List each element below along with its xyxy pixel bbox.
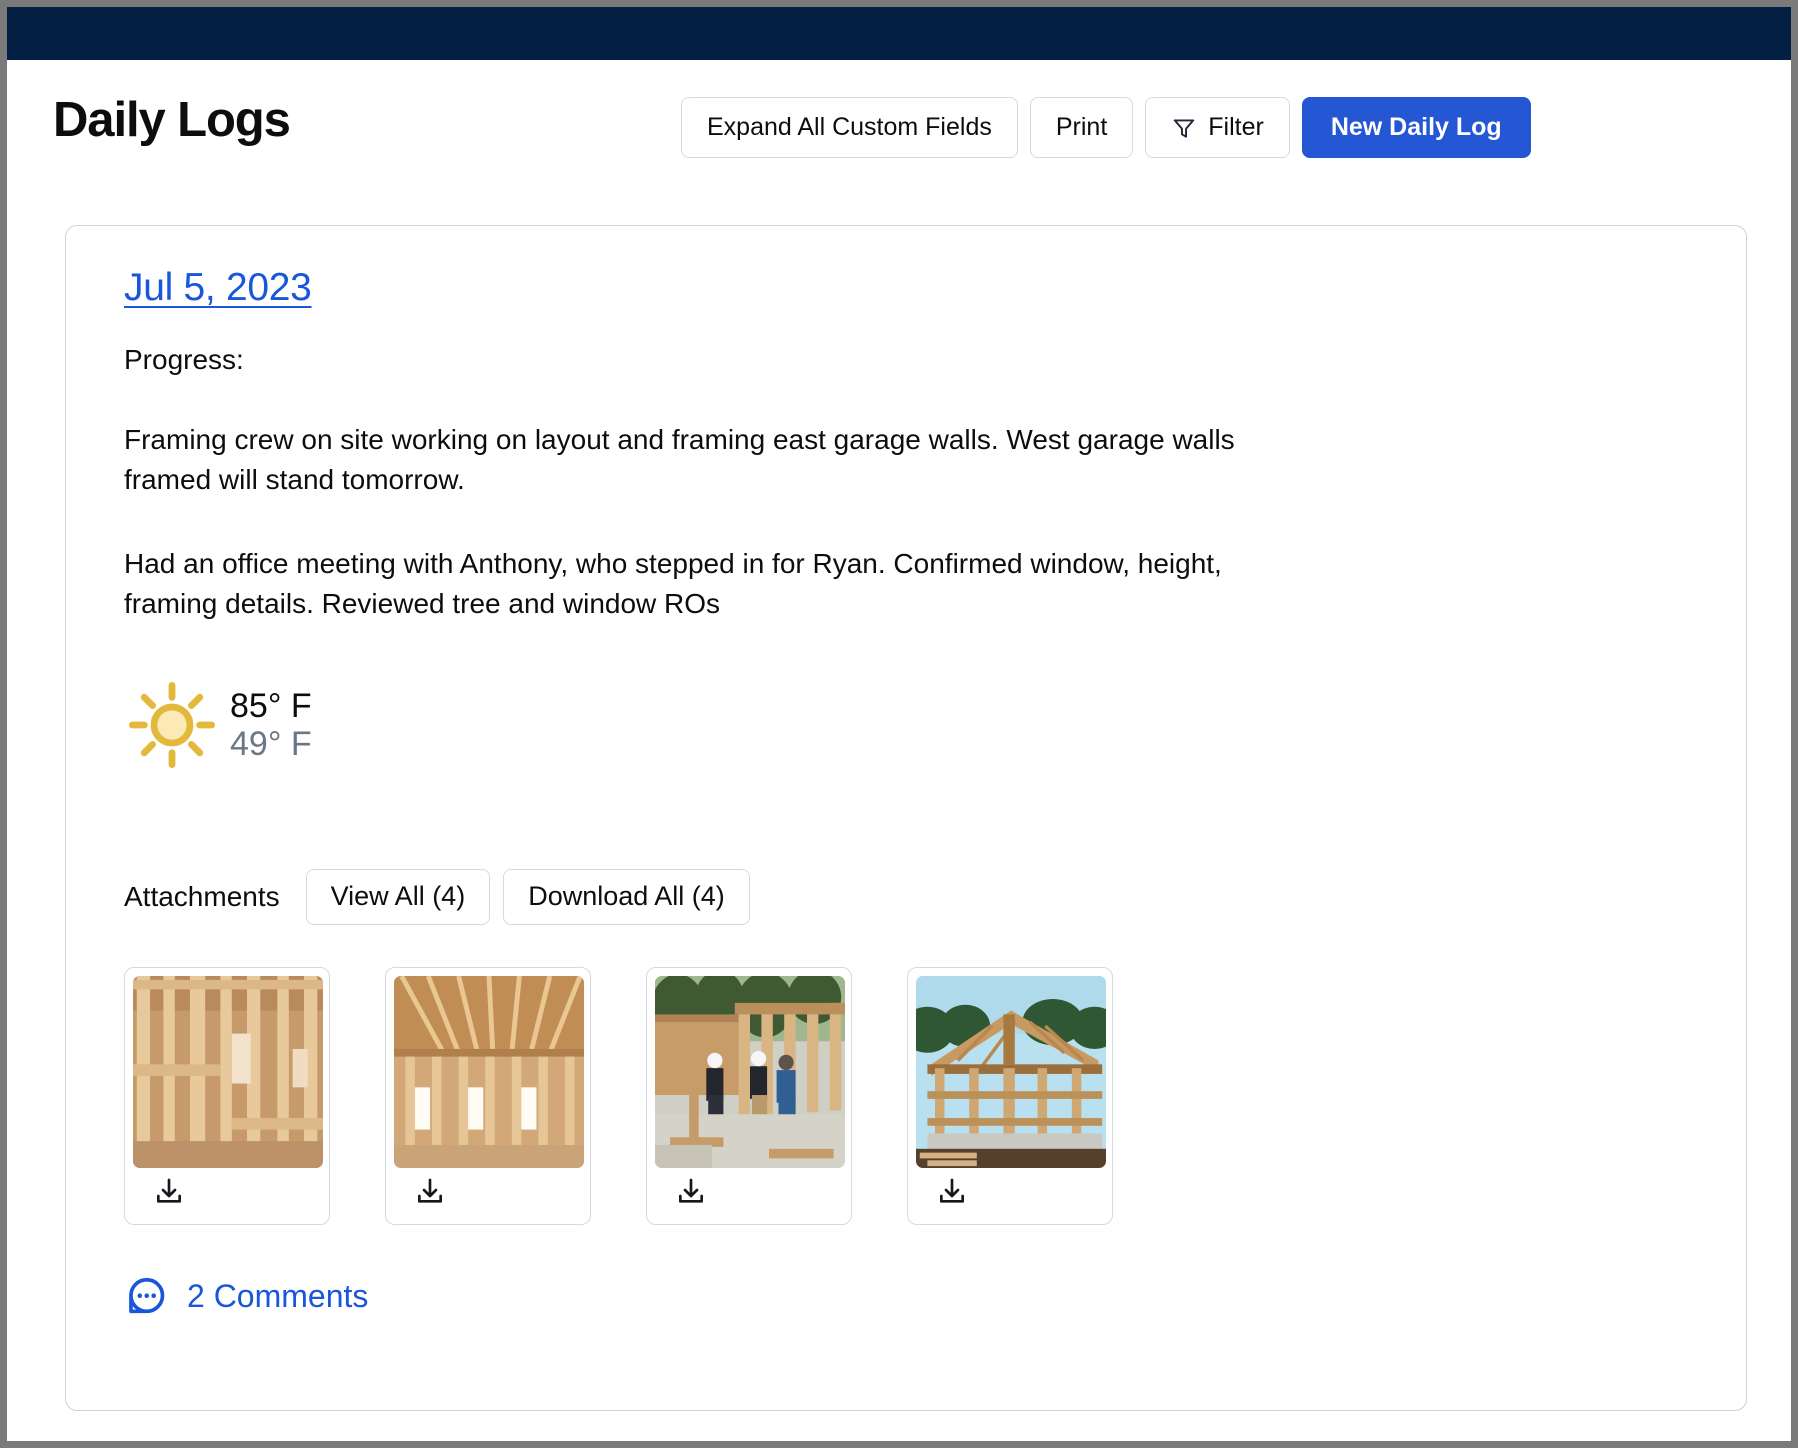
download-attachment-button[interactable] <box>916 1168 1104 1216</box>
temperature-high: 85° F <box>230 687 312 725</box>
attachment-image-interior-framing-studs[interactable] <box>133 976 323 1168</box>
sun-icon <box>124 677 220 773</box>
view-all-attachments-button[interactable]: View All (4) <box>306 869 491 925</box>
expand-all-custom-fields-button[interactable]: Expand All Custom Fields <box>681 97 1018 158</box>
download-attachment-button[interactable] <box>133 1168 321 1216</box>
header-action-group: Expand All Custom Fields Print Filter Ne… <box>681 97 1531 158</box>
download-attachment-button[interactable] <box>394 1168 582 1216</box>
temperature-values: 85° F 49° F <box>230 687 312 763</box>
attachment-image-pole-barn-roof-trusses[interactable] <box>916 976 1106 1168</box>
attachment-image-interior-framing-ceiling-joists[interactable] <box>394 976 584 1168</box>
attachment-thumbnail-list <box>124 967 1688 1225</box>
download-icon <box>936 1176 968 1208</box>
temperature-low: 49° F <box>230 725 312 763</box>
download-icon <box>153 1176 185 1208</box>
attachment-image-crew-framing-exterior-wall[interactable] <box>655 976 845 1168</box>
download-attachment-button[interactable] <box>655 1168 843 1216</box>
attachment-thumbnail-card[interactable] <box>124 967 330 1225</box>
top-navigation-bar <box>7 7 1791 60</box>
print-button[interactable]: Print <box>1030 97 1133 158</box>
app-viewport: Daily Logs Expand All Custom Fields Prin… <box>7 7 1791 1441</box>
progress-paragraph-1: Framing crew on site working on layout a… <box>124 420 1304 500</box>
progress-paragraph-2: Had an office meeting with Anthony, who … <box>124 544 1304 624</box>
attachments-label: Attachments <box>124 881 280 913</box>
filter-button-label: Filter <box>1208 113 1264 142</box>
attachment-thumbnail-card[interactable] <box>646 967 852 1225</box>
daily-log-card: Jul 5, 2023 Progress: Framing crew on si… <box>65 225 1747 1411</box>
progress-label: Progress: <box>124 340 1304 380</box>
weather-summary: 85° F 49° F <box>124 677 1688 773</box>
comments-count-label: 2 Comments <box>187 1278 368 1315</box>
daily-log-card-body: Jul 5, 2023 Progress: Framing crew on si… <box>66 226 1746 1324</box>
comments-link[interactable]: 2 Comments <box>124 1275 368 1319</box>
daily-log-date-link[interactable]: Jul 5, 2023 <box>124 266 312 310</box>
attachments-toolbar: Attachments View All (4) Download All (4… <box>124 869 1688 925</box>
attachment-thumbnail-card[interactable] <box>907 967 1113 1225</box>
page-title: Daily Logs <box>53 96 290 145</box>
funnel-icon <box>1171 115 1197 141</box>
download-icon <box>675 1176 707 1208</box>
attachment-thumbnail-card[interactable] <box>385 967 591 1225</box>
download-all-attachments-button[interactable]: Download All (4) <box>503 869 750 925</box>
new-daily-log-button[interactable]: New Daily Log <box>1302 97 1531 158</box>
page-header: Daily Logs Expand All Custom Fields Prin… <box>7 60 1791 180</box>
filter-button[interactable]: Filter <box>1145 97 1290 158</box>
download-icon <box>414 1176 446 1208</box>
comment-bubble-icon <box>124 1275 168 1319</box>
